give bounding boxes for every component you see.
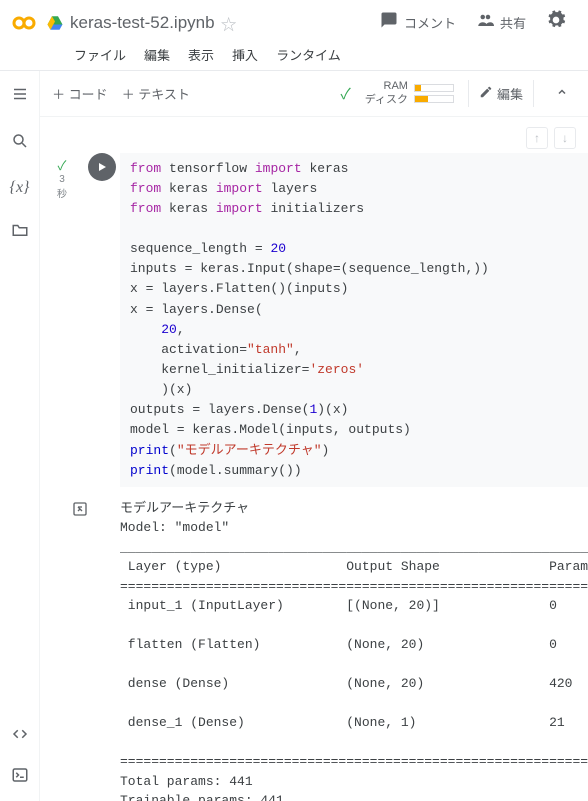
code-editor[interactable]: from tensorflow import keras from keras … xyxy=(120,153,588,487)
code-snippets-icon[interactable] xyxy=(11,725,29,748)
files-icon[interactable] xyxy=(11,221,29,244)
cell-output: モデルアーキテクチャ Model: "model" ______________… xyxy=(120,499,588,801)
pencil-icon xyxy=(479,85,493,102)
collapse-button[interactable] xyxy=(548,82,576,105)
comment-icon xyxy=(380,11,398,34)
menu-edit[interactable]: 編集 xyxy=(144,45,170,64)
ram-label: RAM xyxy=(365,79,408,93)
cell-gutter: ✓ 3 秒 xyxy=(40,153,84,487)
drive-icon xyxy=(46,14,64,32)
resource-indicator[interactable]: RAM ディスク xyxy=(365,79,454,108)
search-icon[interactable] xyxy=(11,132,29,155)
menu-runtime[interactable]: ランタイム xyxy=(276,45,341,64)
share-icon xyxy=(476,11,494,34)
gear-icon xyxy=(546,10,566,35)
exec-seconds: 3 xyxy=(59,174,65,185)
add-text-button[interactable]: ＋ テキスト xyxy=(122,84,190,103)
status-check-icon: ✓ xyxy=(341,83,351,104)
cell-status-icon: ✓ xyxy=(58,155,67,174)
left-sidebar: {x} xyxy=(0,71,40,801)
share-button[interactable]: 共有 xyxy=(466,5,536,40)
toc-icon[interactable] xyxy=(11,85,29,108)
exec-unit: 秒 xyxy=(57,185,67,200)
menubar: ファイル 編集 表示 挿入 ランタイム xyxy=(0,41,588,71)
disk-bar xyxy=(414,95,454,103)
header: keras-test-52.ipynb ☆ コメント 共有 xyxy=(0,0,588,41)
menu-file[interactable]: ファイル xyxy=(74,45,126,64)
menu-view[interactable]: 表示 xyxy=(188,45,214,64)
star-icon[interactable]: ☆ xyxy=(221,11,237,35)
variables-icon[interactable]: {x} xyxy=(10,179,30,197)
toolbar: ＋ コード ＋ テキスト ✓ RAM ディスク 編集 xyxy=(40,71,588,117)
share-label: 共有 xyxy=(500,13,526,32)
settings-button[interactable] xyxy=(536,4,576,41)
cell-down-button[interactable]: ↓ xyxy=(554,127,576,149)
comment-label: コメント xyxy=(404,13,456,32)
add-code-button[interactable]: ＋ コード xyxy=(52,84,108,103)
colab-logo-icon xyxy=(12,11,36,35)
cell-up-button[interactable]: ↑ xyxy=(526,127,548,149)
terminal-icon[interactable] xyxy=(11,766,29,789)
ram-bar xyxy=(414,84,454,92)
disk-label: ディスク xyxy=(365,93,408,107)
notebook-title[interactable]: keras-test-52.ipynb xyxy=(70,13,215,33)
edit-mode-button[interactable]: 編集 xyxy=(468,80,534,107)
run-cell-button[interactable] xyxy=(88,153,116,181)
code-cell: ✓ 3 秒 from tensorflow import keras from … xyxy=(40,153,588,487)
comment-button[interactable]: コメント xyxy=(370,5,466,40)
edit-label: 編集 xyxy=(497,84,523,103)
output-toggle-icon[interactable] xyxy=(40,499,120,801)
menu-insert[interactable]: 挿入 xyxy=(232,45,258,64)
